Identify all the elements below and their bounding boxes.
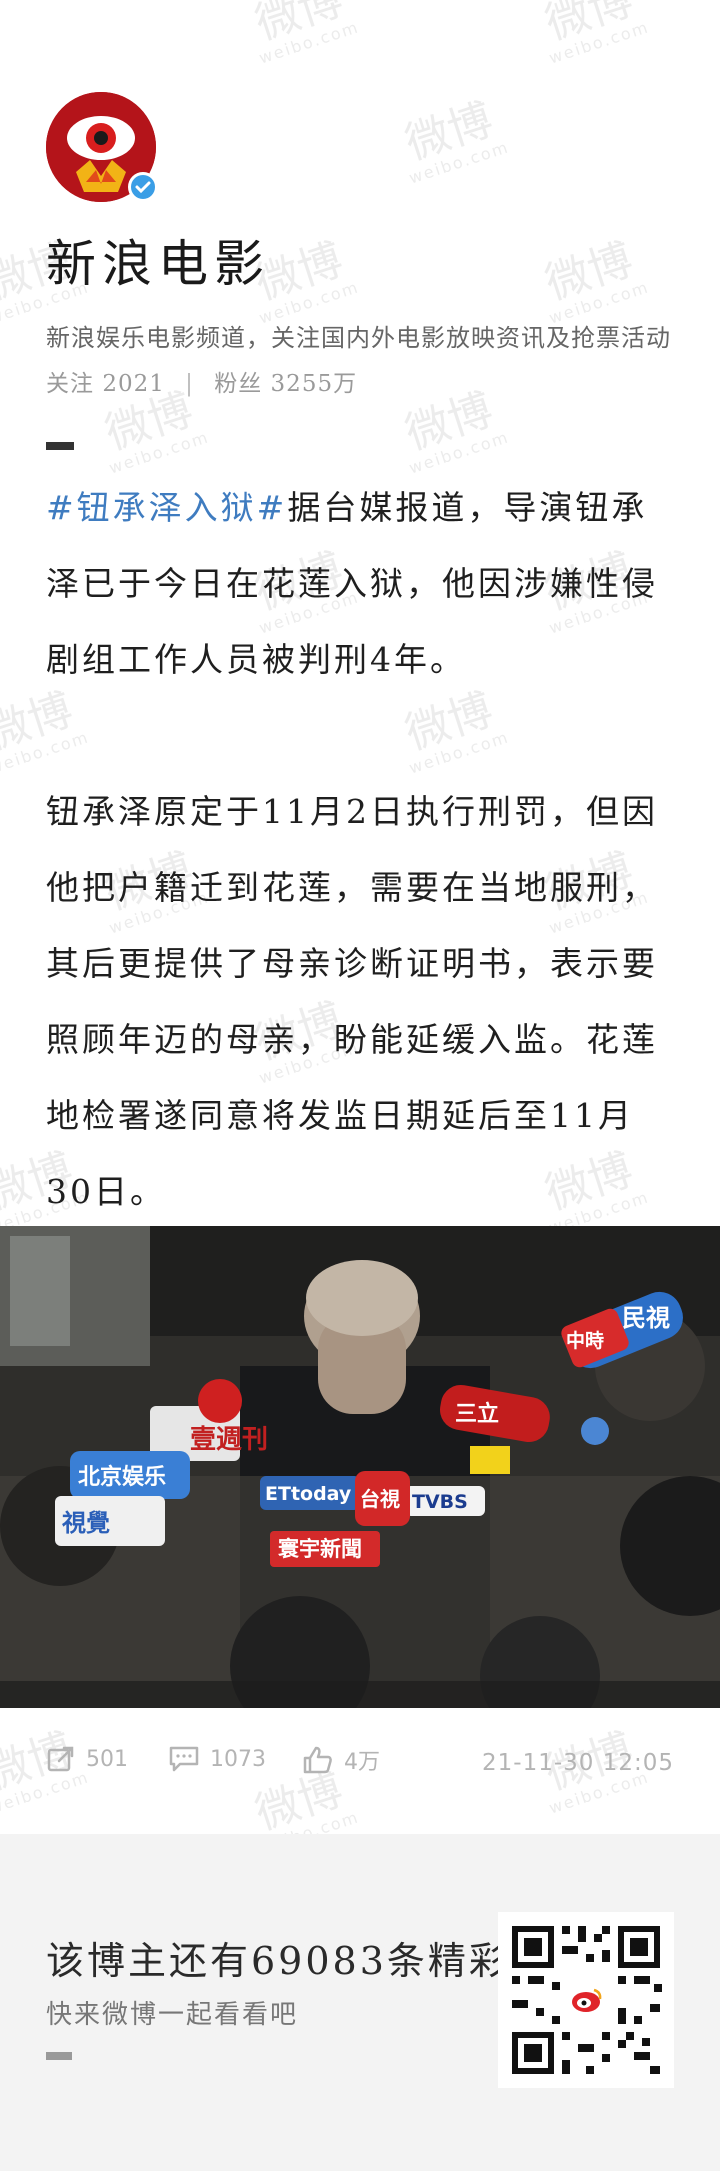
thumbs-up-icon (303, 1746, 332, 1774)
qr-code-icon (498, 1912, 674, 2088)
followers-count[interactable]: 3255万 (271, 371, 358, 397)
mic-label-vision: 視覺 (61, 1509, 110, 1537)
stats-divider: | (185, 371, 194, 397)
mic-label-chinatimes: 中時 (566, 1329, 604, 1352)
post-paragraph-1: #钮承泽入狱#据台媒报道，导演钮承泽已于今日在花莲入狱，他因涉嫌性侵剧组工作人员… (46, 470, 676, 698)
comment-icon (169, 1746, 199, 1772)
comment-count: 1073 (210, 1746, 266, 1772)
post-content: #钮承泽入狱#据台媒报道，导演钮承泽已于今日在花莲入狱，他因涉嫌性侵剧组工作人员… (46, 470, 676, 1230)
like-count: 4万 (344, 1750, 380, 1775)
mic-label-set: 三立 (455, 1401, 499, 1427)
qr-code[interactable] (498, 1912, 674, 2088)
mic-label-ttv: 台視 (360, 1487, 400, 1511)
post-paragraph-2: 钮承泽原定于11月2日执行刑罚，但因他把户籍迁到花莲，需要在当地服刑，其后更提供… (46, 792, 658, 1211)
comment-button[interactable]: 1073 (168, 1744, 266, 1774)
following-label: 关注 (46, 371, 94, 397)
watermark: 微博 weibo.com (539, 0, 652, 68)
footer-hint: 快来微博一起看看吧 (46, 2000, 299, 2030)
watermark: 微博 weibo.com (539, 234, 652, 328)
section-divider (46, 442, 74, 450)
watermark: 微博 weibo.com (399, 384, 512, 478)
watermark: 微博 weibo.com (249, 0, 362, 68)
mic-label-beijing: 北京娱乐 (78, 1464, 166, 1490)
mic-label-ettoday: ETtoday (265, 1483, 352, 1505)
watermark: 微博 weibo.com (99, 384, 212, 478)
profile-name[interactable]: 新浪电影 (46, 224, 270, 296)
post-timestamp: 21-11-30 12:05 (482, 1750, 674, 1776)
more-posts-text[interactable]: 该博主还有69083条精彩微博 (46, 1930, 516, 1985)
profile-stats: 关注 2021 | 粉丝 3255万 (46, 364, 357, 398)
repost-count: 501 (86, 1746, 128, 1772)
followers-label: 粉丝 (214, 371, 263, 397)
following-count[interactable]: 2021 (102, 371, 165, 397)
hashtag-link[interactable]: #钮承泽入狱# (46, 488, 287, 527)
repost-button[interactable]: 501 (46, 1744, 128, 1774)
mic-label-weekly: 壹週刊 (190, 1425, 268, 1455)
watermark: 微博 weibo.com (399, 94, 512, 188)
post-photo[interactable]: 壹週刊 北京娱乐 視覺 ETtoday 寰宇新聞 TVBS 台視 三立 民視 中… (0, 1226, 720, 1708)
mic-label-ftv: 民視 (622, 1304, 670, 1332)
footer-divider (46, 2052, 72, 2060)
repost-icon (47, 1746, 74, 1772)
press-scrum-photo: 壹週刊 北京娱乐 視覺 ETtoday 寰宇新聞 TVBS 台視 三立 民視 中… (0, 1226, 720, 1708)
footer-promo: 该博主还有69083条精彩微博 快来微博一起看看吧 (0, 1834, 720, 2171)
mic-label-tvbs: TVBS (412, 1491, 468, 1513)
action-bar: 501 1073 4万 21-11-30 12:05 (0, 1744, 720, 1790)
like-button[interactable]: 4万 (302, 1744, 380, 1776)
mic-label-global-news: 寰宇新聞 (277, 1537, 362, 1561)
verified-badge-icon (128, 172, 158, 202)
profile-bio: 新浪娱乐电影频道，关注国内外电影放映资讯及抢票活动 (46, 324, 671, 352)
